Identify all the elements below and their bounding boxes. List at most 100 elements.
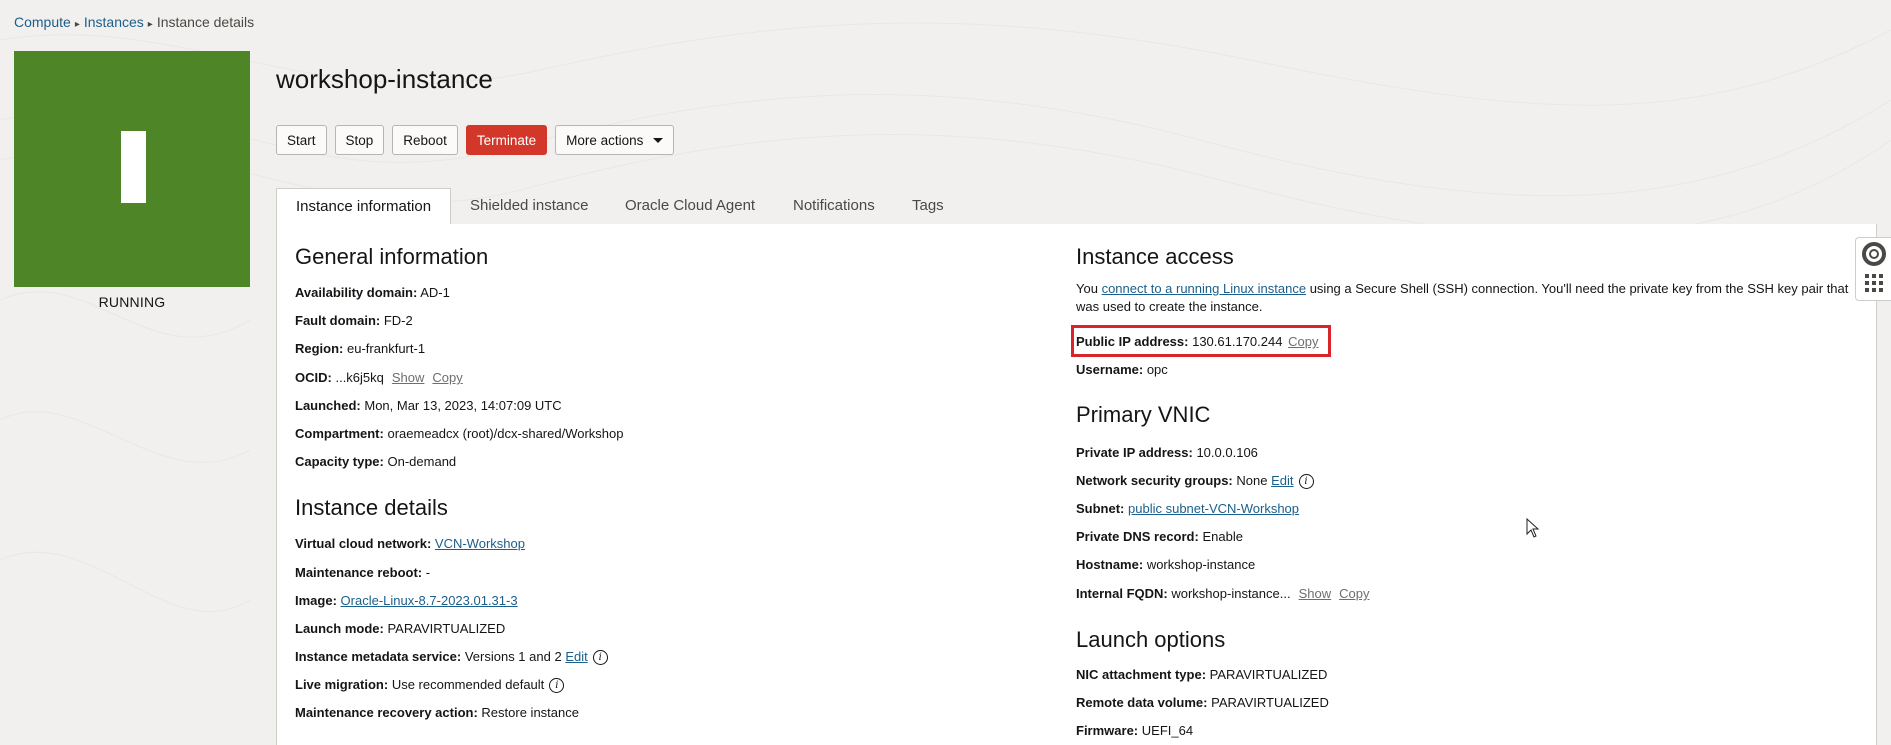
instance-glyph-icon [121,131,146,203]
internal-fqdn-row: Internal FQDN: workshop-instance... Show C… [1076,586,1369,601]
more-actions-label: More actions [566,132,644,148]
field-value: 10.0.0.106 [1196,445,1258,460]
instance-details-heading: Instance details [295,495,448,520]
region-row: Region: eu-frankfurt-1 [295,341,425,356]
fqdn-copy-link[interactable]: Copy [1339,586,1369,601]
reboot-button[interactable]: Reboot [392,125,458,155]
field-label: OCID: [295,370,332,385]
field-label: Fault domain: [295,313,381,328]
field-label: Maintenance recovery action: [295,705,478,720]
instance-access-heading: Instance access [1076,244,1234,269]
start-button[interactable]: Start [276,125,327,155]
field-value: PARAVIRTUALIZED [1211,695,1329,710]
field-label: Availability domain: [295,285,418,300]
field-value: AD-1 [420,285,450,300]
field-value: oraemeadcx (root)/dcx-shared/Workshop [387,426,624,441]
breadcrumb-current: Instance details [156,14,255,30]
launch-options-heading: Launch options [1076,627,1226,652]
field-label: Internal FQDN: [1076,586,1168,601]
tab-shielded-instance[interactable]: Shielded instance [470,188,588,224]
recovery-action-row: Maintenance recovery action: Restore ins… [295,705,579,720]
field-label: Subnet: [1076,501,1125,516]
field-label: Private IP address: [1076,445,1193,460]
tab-bar: Instance information Shielded instance O… [276,188,1875,225]
ocid-row: OCID: ...k6j5kq Show Copy [295,370,463,385]
field-value: workshop-instance... [1171,586,1291,601]
tab-notifications[interactable]: Notifications [793,188,875,224]
compartment-row: Compartment: oraemeadcx (root)/dcx-share… [295,426,624,441]
breadcrumb-compute[interactable]: Compute [14,14,71,30]
page-title: workshop-instance [276,64,493,94]
field-value: workshop-instance [1146,557,1256,572]
field-label: Remote data volume: [1076,695,1208,710]
field-value: On-demand [387,454,457,469]
fault-domain-row: Fault domain: FD-2 [295,313,413,328]
fqdn-show-link[interactable]: Show [1299,586,1332,601]
field-value: opc [1146,362,1168,377]
ocid-copy-link[interactable]: Copy [432,370,462,385]
field-label: Username: [1076,362,1144,377]
nsg-row: Network security groups: None Edit i [1076,473,1314,490]
metadata-service-row: Instance metadata service: Versions 1 an… [295,649,608,666]
breadcrumb-instances[interactable]: Instances [84,14,144,30]
connect-linux-link[interactable]: connect to a running Linux instance [1102,281,1307,296]
tab-oracle-cloud-agent[interactable]: Oracle Cloud Agent [625,188,755,224]
stop-button[interactable]: Stop [334,125,385,155]
field-value: Enable [1202,529,1243,544]
vcn-link[interactable]: VCN-Workshop [435,536,525,551]
subnet-link[interactable]: public subnet-VCN-Workshop [1128,501,1299,516]
tab-tags[interactable]: Tags [912,188,944,224]
private-ip-row: Private IP address: 10.0.0.106 [1076,445,1258,460]
ocid-show-link[interactable]: Show [392,370,425,385]
breadcrumb-separator: ▸ [74,19,80,30]
field-label: NIC attachment type: [1076,667,1207,682]
field-value: None [1236,473,1268,488]
intro-text: You [1076,281,1102,296]
general-information-heading: General information [295,244,489,269]
maintenance-reboot-row: Maintenance reboot: - [295,565,430,580]
field-label: Instance metadata service: [295,649,462,664]
chevron-down-icon [653,137,664,143]
terminate-button[interactable]: Terminate [465,125,548,155]
nsg-edit-link[interactable]: Edit [1271,473,1293,488]
field-label: Virtual cloud network: [295,536,432,551]
primary-vnic-heading: Primary VNIC [1076,402,1211,427]
field-label: Compartment: [295,426,384,441]
availability-domain-row: Availability domain: AD-1 [295,285,450,300]
metadata-service-edit-link[interactable]: Edit [565,649,587,664]
field-value: UEFI_64 [1141,723,1194,738]
public-ip-highlight-box [1071,325,1331,357]
field-label: Region: [295,341,344,356]
field-value: Mon, Mar 13, 2023, 14:07:09 UTC [364,398,562,413]
breadcrumb-separator: ▸ [147,19,153,30]
firmware-row: Firmware: UEFI_64 [1076,723,1193,738]
help-lifebuoy-icon[interactable] [1862,242,1886,266]
capacity-type-row: Capacity type: On-demand [295,454,456,469]
instance-status-label: RUNNING [98,294,166,310]
instance-access-description: You connect to a running Linux instance … [1076,280,1856,316]
more-actions-button[interactable]: More actions [555,125,675,155]
info-icon[interactable]: i [549,678,565,694]
field-label: Hostname: [1076,557,1144,572]
field-value: Versions 1 and 2 [464,649,562,664]
field-label: Capacity type: [295,454,384,469]
nic-attachment-row: NIC attachment type: PARAVIRTUALIZED [1076,667,1327,682]
instance-status-tile [14,51,250,287]
info-icon[interactable]: i [592,650,608,666]
field-label: Firmware: [1076,723,1139,738]
image-row: Image: Oracle-Linux-8.7-2023.01.31-3 [295,593,518,608]
field-label: Maintenance reboot: [295,565,423,580]
field-value: PARAVIRTUALIZED [1209,667,1328,682]
image-link[interactable]: Oracle-Linux-8.7-2023.01.31-3 [341,593,518,608]
field-value: PARAVIRTUALIZED [387,621,506,636]
field-value: Use recommended default [391,677,545,692]
tab-instance-information[interactable]: Instance information [276,188,452,225]
live-migration-row: Live migration: Use recommended default i [295,677,565,694]
apps-grid-icon[interactable] [1865,274,1883,292]
vcn-row: Virtual cloud network: VCN-Workshop [295,536,525,551]
field-value: Restore instance [481,705,579,720]
field-label: Live migration: [295,677,389,692]
private-dns-row: Private DNS record: Enable [1076,529,1243,544]
mouse-cursor-icon [1526,518,1540,538]
info-icon[interactable]: i [1298,474,1314,490]
